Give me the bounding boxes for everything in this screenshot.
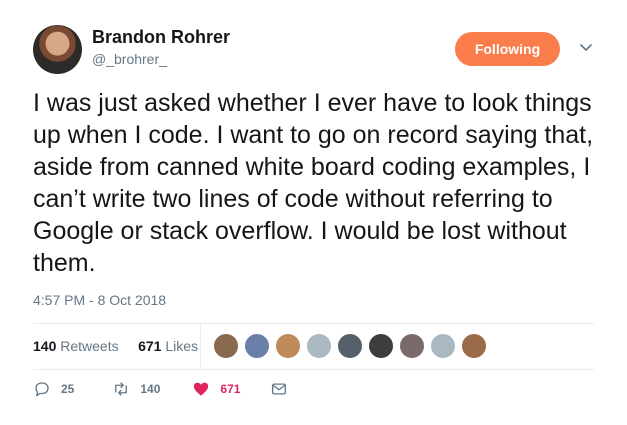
likes-count: 671 xyxy=(138,338,162,354)
reply-action[interactable]: 25 xyxy=(33,380,74,398)
liker-avatar[interactable] xyxy=(368,333,394,359)
retweets-count: 140 xyxy=(33,338,57,354)
divider-bottom xyxy=(33,369,594,370)
engagement-stats: 140 Retweets 671 Likes xyxy=(33,338,198,354)
tweet-actions: 25 140 671 xyxy=(33,380,288,398)
author-handle[interactable]: @_brohrer_ xyxy=(92,51,167,67)
liker-avatar[interactable] xyxy=(213,333,239,359)
liker-avatar[interactable] xyxy=(337,333,363,359)
retweets-stat[interactable]: 140 Retweets xyxy=(33,338,123,354)
heart-icon xyxy=(194,382,209,396)
avatar[interactable] xyxy=(33,25,82,74)
liker-avatar[interactable] xyxy=(244,333,270,359)
envelope-icon xyxy=(272,383,287,395)
retweet-icon xyxy=(115,382,128,396)
retweet-action[interactable]: 140 xyxy=(112,380,160,398)
liker-avatar[interactable] xyxy=(306,333,332,359)
liker-avatar[interactable] xyxy=(275,333,301,359)
chevron-down-icon[interactable] xyxy=(578,39,594,55)
stats-separator xyxy=(200,322,201,368)
retweets-label: Retweets xyxy=(60,338,119,354)
like-count: 671 xyxy=(220,382,241,396)
liker-avatar[interactable] xyxy=(399,333,425,359)
tweet-timestamp[interactable]: 4:57 PM - 8 Oct 2018 xyxy=(33,292,166,308)
reply-count: 25 xyxy=(61,382,75,396)
like-action[interactable]: 671 xyxy=(192,380,240,398)
likes-stat[interactable]: 671 Likes xyxy=(138,338,198,354)
retweet-count: 140 xyxy=(140,382,161,396)
reply-icon xyxy=(35,382,49,397)
likers-avatars xyxy=(213,333,492,359)
liker-avatar[interactable] xyxy=(430,333,456,359)
author-name[interactable]: Brandon Rohrer xyxy=(92,27,230,48)
tweet-text: I was just asked whether I ever have to … xyxy=(33,89,594,277)
likes-label: Likes xyxy=(165,338,198,354)
direct-message-action[interactable] xyxy=(270,380,288,398)
divider-top xyxy=(33,323,594,324)
liker-avatar[interactable] xyxy=(461,333,487,359)
following-button[interactable]: Following xyxy=(455,32,560,66)
